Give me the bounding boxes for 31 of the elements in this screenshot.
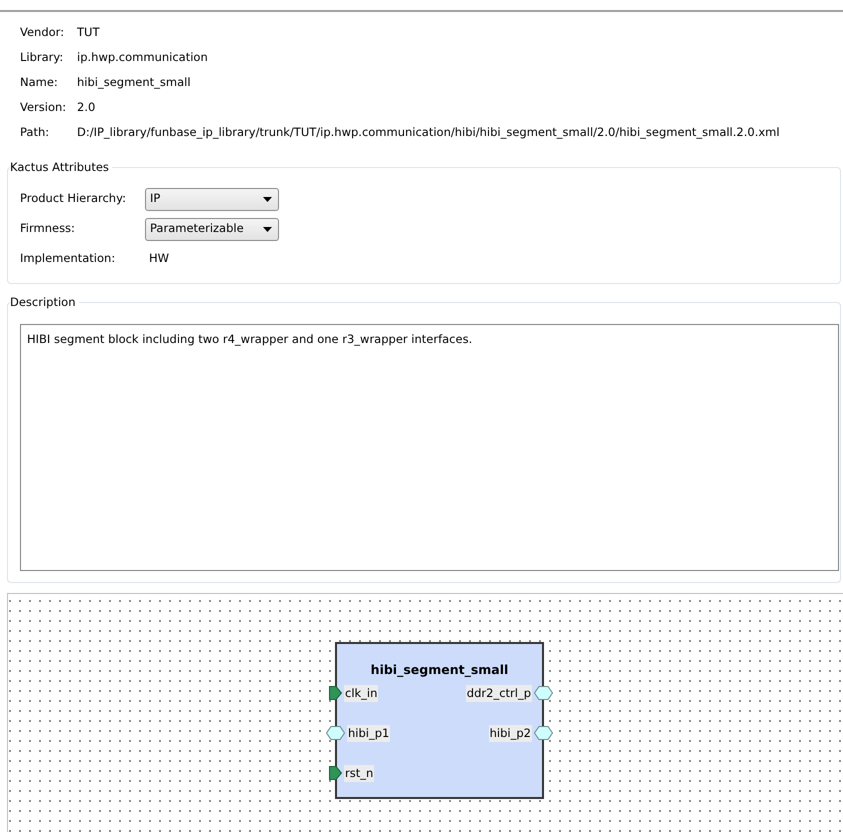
group-title: Description — [10, 294, 78, 312]
field-value: hibi_segment_small — [77, 74, 191, 91]
dropdown-arrow-icon — [263, 226, 272, 232]
field-label: Path: — [20, 124, 50, 141]
combo-box[interactable]: IP — [145, 188, 279, 210]
port-label: clk_in — [344, 684, 378, 702]
bus-port-icon — [326, 726, 345, 740]
field-value: 2.0 — [77, 98, 96, 116]
field-label: Vendor: — [20, 24, 66, 41]
field-value: D:/IP_library/funbase_ip_library/trunk/TUT/ip.hwp.communication/hibi/hibi_segment_small/2.0/hibi_segment_small.2.0.xml — [77, 124, 780, 141]
description-field[interactable]: HIBI segment block including two r4_wrapper and one r3_wrapper interfaces. — [20, 324, 839, 571]
component-name: hibi_segment_small — [370, 661, 510, 679]
port-label: hibi_p2 — [488, 724, 532, 742]
bus-port-icon — [534, 686, 553, 700]
port-icon — [329, 766, 342, 780]
port-label: hibi_p1 — [347, 724, 390, 742]
field-label: Firmness: — [20, 220, 76, 238]
field-value: HW — [149, 250, 170, 268]
field-label: Name: — [20, 74, 59, 91]
port-icon — [329, 686, 342, 700]
dropdown-arrow-icon — [263, 196, 272, 202]
field-label: Library: — [20, 48, 64, 66]
bus-port-icon — [534, 726, 553, 740]
combo-box[interactable]: Parameterizable — [145, 218, 279, 240]
field-label: Version: — [20, 98, 68, 116]
field-label: Implementation: — [20, 250, 116, 268]
field-value: TUT — [77, 24, 100, 41]
port-label: rst_n — [344, 764, 374, 782]
field-value: ip.hwp.communication — [77, 48, 208, 66]
port-label: ddr2_ctrl_p — [466, 684, 532, 702]
field-label: Product Hierarchy: — [20, 190, 127, 208]
